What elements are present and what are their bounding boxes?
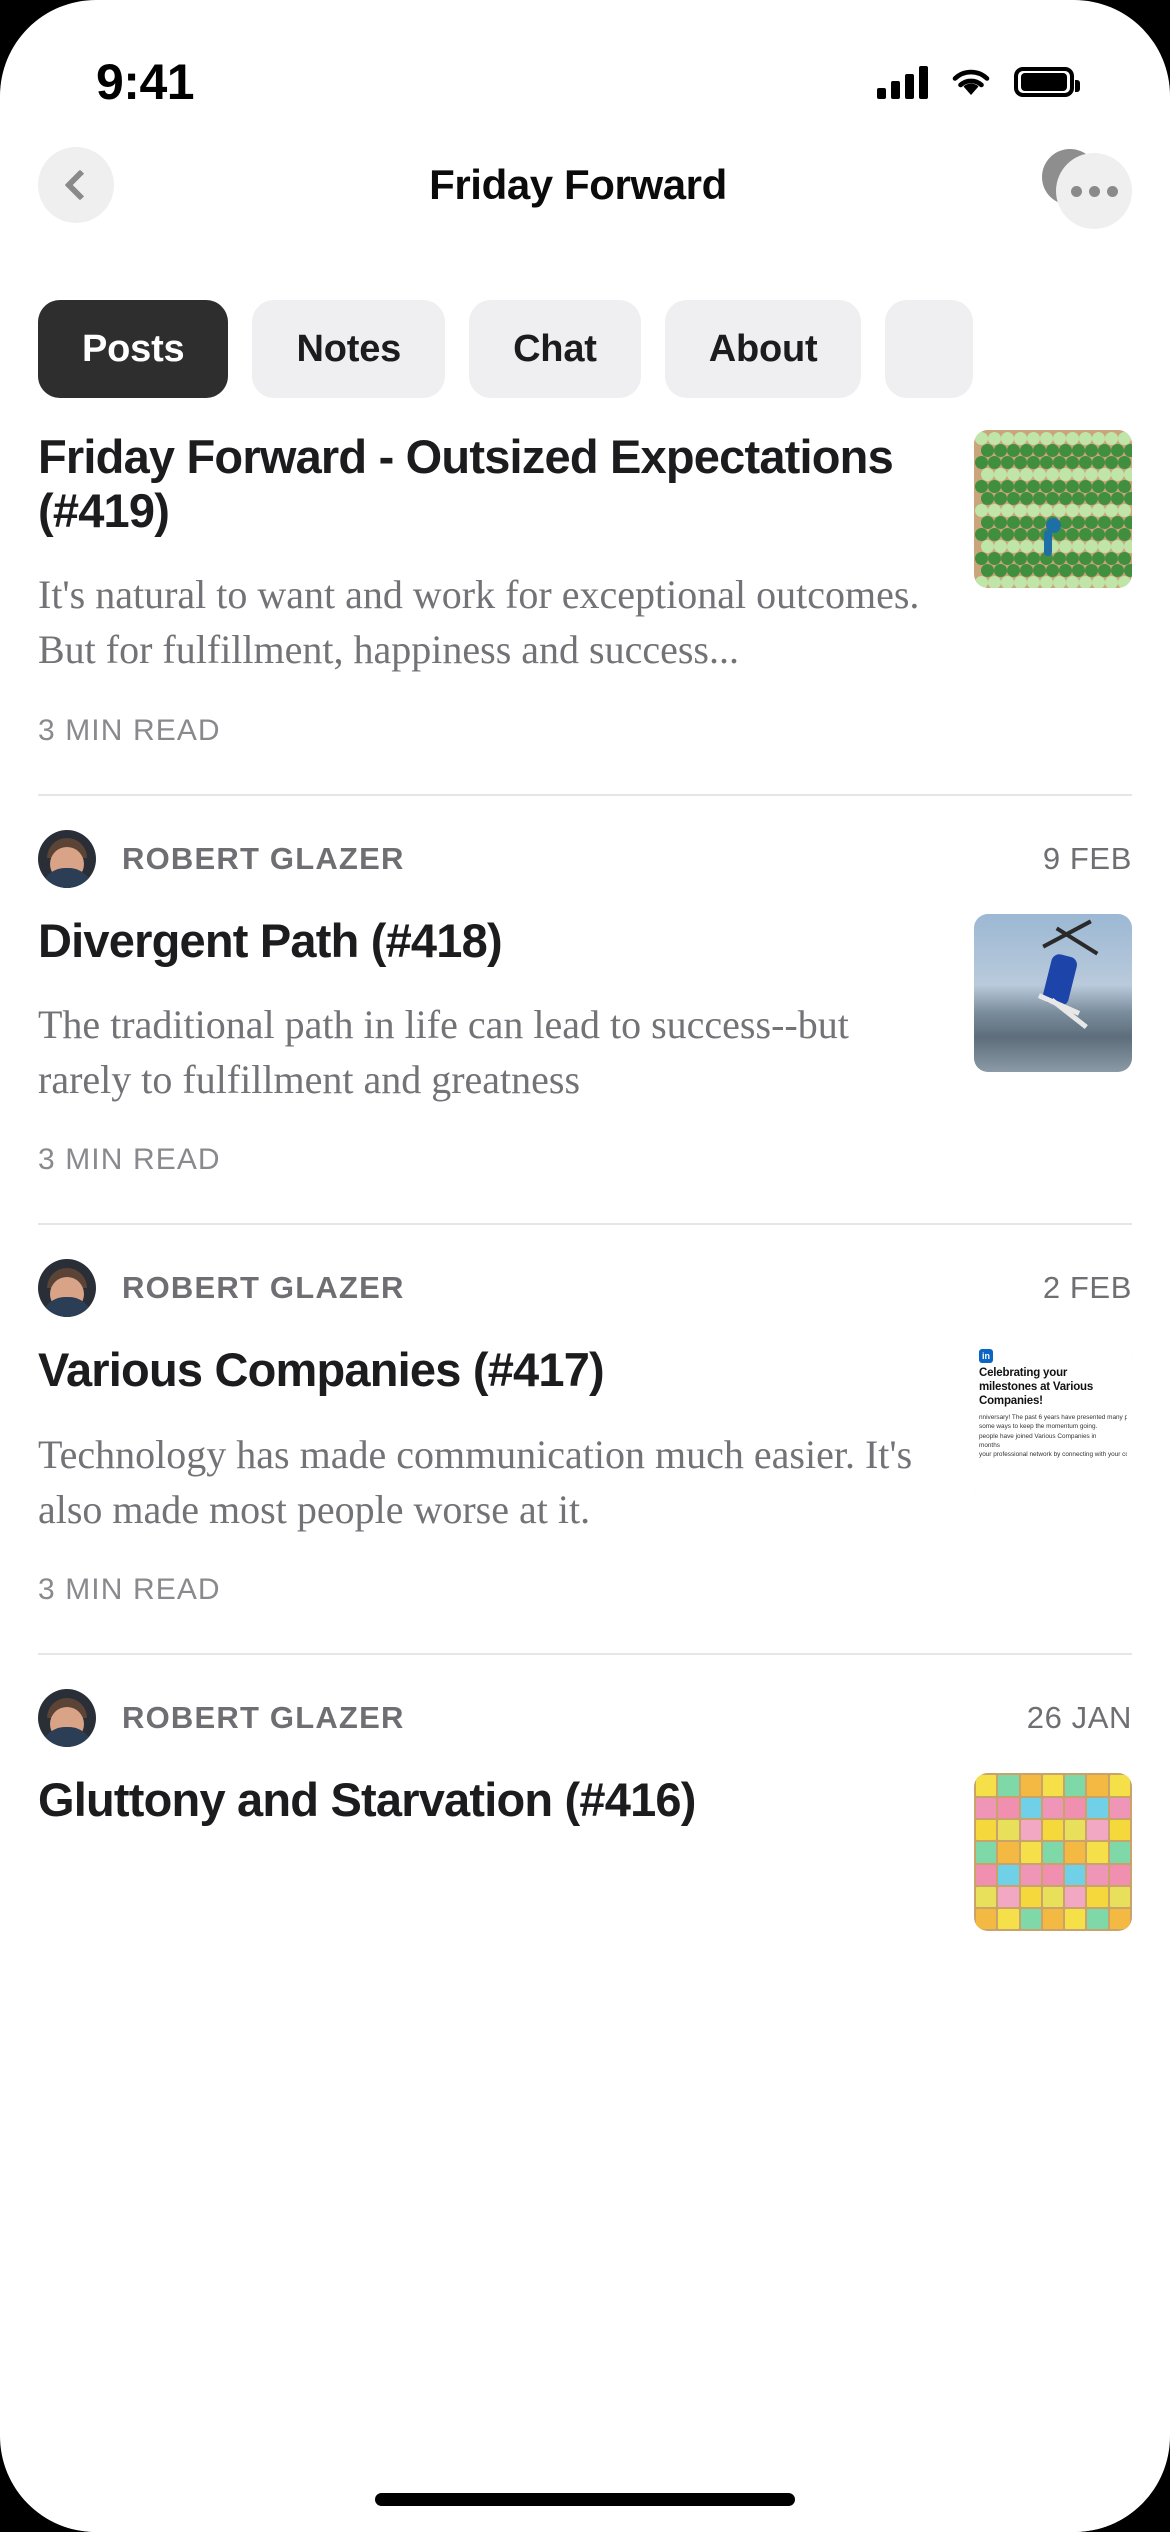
- post-read-time: 3 MIN READ: [38, 1573, 221, 1607]
- tab-notes[interactable]: Notes: [252, 300, 446, 398]
- post-title: Various Companies (#417): [38, 1343, 605, 1397]
- post-read-time: 3 MIN READ: [38, 1143, 221, 1177]
- navigation-bar: Friday Forward: [0, 130, 1170, 240]
- thumbnail-body: nniversary! The past 6 years have presen…: [979, 1413, 1127, 1459]
- post-description: The traditional path in life can lead to…: [38, 1002, 849, 1103]
- green-pins-crowd-image: [974, 430, 1132, 588]
- tab-about[interactable]: About: [664, 300, 862, 398]
- phone-screen: 9:41 Friday Forward Posts Notes Chat Abo…: [0, 0, 1170, 2532]
- post-author-row: ROBERT GLAZER 26 JAN: [38, 1655, 1132, 1773]
- linkedin-milestone-screenshot: in Celebrating your milestones at Variou…: [974, 1343, 1132, 1502]
- ellipsis-icon: [1106, 185, 1118, 197]
- post-description: It's natural to want and work for except…: [38, 572, 920, 673]
- post-read-time: 3 MIN READ: [38, 713, 221, 747]
- more-options-button[interactable]: [1056, 153, 1132, 229]
- wifi-icon: [950, 66, 992, 98]
- tab-label: About: [708, 327, 818, 370]
- tab-label: Notes: [296, 327, 402, 370]
- thumbnail-line: nniversary! The past 6 years have presen…: [979, 1414, 1127, 1422]
- tab-chat[interactable]: Chat: [469, 300, 641, 398]
- post-date: 9 FEB: [1042, 840, 1132, 876]
- skier-jump-image: [974, 913, 1132, 1072]
- navigation-actions: [1042, 147, 1132, 229]
- status-bar-time: 9:41: [96, 54, 195, 110]
- post-date: 2 FEB: [1042, 1270, 1132, 1306]
- thumbnail-heading: Celebrating your milestones at Various C…: [979, 1367, 1094, 1407]
- ellipsis-icon: [1070, 185, 1082, 197]
- tab-overflow[interactable]: [885, 300, 974, 398]
- thumbnail-line: your professional network by connecting …: [979, 1451, 1127, 1459]
- linkedin-logo-icon: in: [979, 1349, 993, 1364]
- post-author-row: ROBERT GLAZER 9 FEB: [38, 796, 1132, 914]
- status-bar-indicators: [877, 65, 1080, 99]
- tab-posts[interactable]: Posts: [38, 300, 229, 398]
- home-indicator-bar[interactable]: [375, 2493, 795, 2506]
- status-bar: 9:41: [0, 0, 1170, 130]
- back-button[interactable]: [38, 147, 114, 223]
- avatar: [38, 1259, 96, 1318]
- post-feed: Friday Forward - Outsized Expectations (…: [0, 430, 1170, 2532]
- post-author-name: ROBERT GLAZER: [122, 1270, 405, 1306]
- post-description: Technology has made communication much e…: [38, 1432, 913, 1533]
- thumbnail-line: people have joined Various Companies in: [979, 1432, 1097, 1440]
- list-item[interactable]: ROBERT GLAZER 2 FEB Various Companies (#…: [0, 1225, 1170, 1653]
- list-item[interactable]: Friday Forward - Outsized Expectations (…: [0, 430, 1170, 794]
- avatar: [38, 1689, 96, 1748]
- battery-full-icon: [1014, 67, 1080, 97]
- post-date: 26 JAN: [1026, 1700, 1132, 1736]
- tab-label: Posts: [82, 327, 185, 370]
- post-author-row: ROBERT GLAZER 2 FEB: [38, 1225, 1132, 1343]
- chevron-left-icon: [63, 169, 96, 201]
- post-title: Gluttony and Starvation (#416): [38, 1773, 696, 1827]
- thumbnail-line: some ways to keep the momentum going.: [979, 1423, 1098, 1431]
- post-title: Divergent Path (#418): [38, 913, 503, 967]
- page-title: Friday Forward: [429, 161, 727, 208]
- signal-bars-icon: [877, 65, 928, 99]
- list-item[interactable]: ROBERT GLAZER 26 JAN Gluttony and Starva…: [0, 1655, 1170, 1977]
- tab-label: Chat: [513, 327, 597, 370]
- ellipsis-icon: [1088, 185, 1100, 197]
- post-title: Friday Forward - Outsized Expectations (…: [38, 430, 894, 537]
- tab-bar: Posts Notes Chat About: [0, 300, 1170, 415]
- post-author-name: ROBERT GLAZER: [122, 1700, 405, 1736]
- thumbnail-line: months: [979, 1442, 1000, 1450]
- list-item[interactable]: ROBERT GLAZER 9 FEB Divergent Path (#418…: [0, 796, 1170, 1224]
- post-author-name: ROBERT GLAZER: [122, 840, 405, 876]
- avatar: [38, 829, 96, 888]
- sticky-notes-wall-image: [974, 1773, 1132, 1932]
